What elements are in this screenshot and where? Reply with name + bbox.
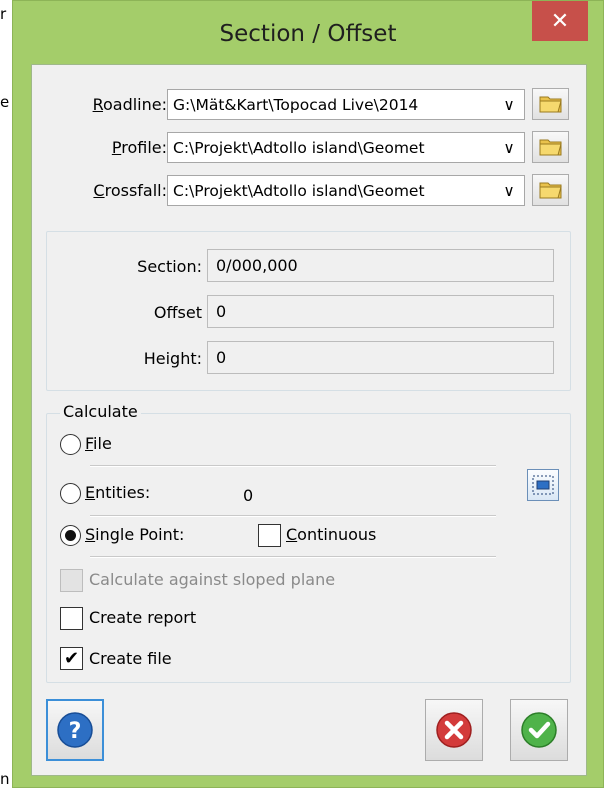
ok-button[interactable] bbox=[510, 699, 568, 761]
sloped-plane-label: Calculate against sloped plane bbox=[89, 570, 336, 589]
help-icon: ? bbox=[57, 712, 93, 748]
single-point-radio-label[interactable]: Single Point: bbox=[85, 525, 184, 544]
background-text-fragment: r bbox=[0, 5, 7, 23]
continuous-label[interactable]: Continuous bbox=[286, 525, 376, 544]
entities-radio[interactable] bbox=[60, 483, 81, 504]
create-report-label[interactable]: Create report bbox=[89, 608, 196, 627]
roadline-select[interactable]: G:\Mät&Kart\Topocad Live\2014 ∨ bbox=[167, 89, 525, 120]
separator bbox=[90, 515, 496, 517]
ok-icon bbox=[521, 712, 557, 748]
close-icon: ✕ bbox=[550, 8, 570, 34]
calculate-group bbox=[46, 413, 571, 683]
folder-icon bbox=[539, 96, 562, 113]
chevron-down-icon[interactable]: ∨ bbox=[498, 137, 520, 159]
dialog-title: Section / Offset bbox=[219, 21, 397, 47]
section-offset-dialog: Section / Offset ✕ Roadline: G:\Mät&Kart… bbox=[12, 0, 604, 788]
select-entities-button[interactable] bbox=[527, 469, 559, 501]
crossfall-label: Crossfall: bbox=[93, 181, 167, 200]
section-label: Section: bbox=[137, 257, 202, 276]
chevron-down-icon[interactable]: ∨ bbox=[498, 180, 520, 202]
chevron-down-icon[interactable]: ∨ bbox=[498, 94, 520, 116]
title-bar[interactable]: Section / Offset ✕ bbox=[13, 1, 603, 63]
offset-label: Offset bbox=[153, 303, 202, 322]
file-radio-label[interactable]: File bbox=[85, 434, 112, 453]
profile-select[interactable]: C:\Projekt\Adtollo island\Geomet ∨ bbox=[167, 132, 525, 163]
entities-count: 0 bbox=[243, 486, 254, 505]
create-file-checkbox[interactable]: ✔ bbox=[60, 647, 83, 670]
create-report-checkbox[interactable] bbox=[60, 607, 83, 630]
separator bbox=[90, 556, 496, 558]
select-window-icon bbox=[532, 475, 554, 495]
checkmark-icon: ✔ bbox=[63, 647, 80, 669]
dialog-body: Roadline: G:\Mät&Kart\Topocad Live\2014 … bbox=[31, 64, 587, 776]
separator bbox=[90, 465, 496, 467]
height-label: Height: bbox=[143, 349, 202, 368]
profile-label: Profile: bbox=[111, 138, 167, 157]
continuous-checkbox[interactable] bbox=[258, 524, 281, 547]
crossfall-select[interactable]: C:\Projekt\Adtollo island\Geomet ∨ bbox=[167, 175, 525, 206]
offset-field: 0 bbox=[207, 295, 554, 328]
roadline-value: G:\Mät&Kart\Topocad Live\2014 bbox=[173, 95, 419, 114]
profile-value: C:\Projekt\Adtollo island\Geomet bbox=[173, 138, 425, 157]
background-text-fragment: e bbox=[0, 93, 10, 111]
sloped-plane-checkbox bbox=[60, 569, 83, 592]
folder-icon bbox=[539, 182, 562, 199]
help-button[interactable]: ? bbox=[46, 699, 104, 761]
close-button[interactable]: ✕ bbox=[532, 1, 588, 41]
single-point-radio[interactable] bbox=[60, 525, 81, 546]
file-radio[interactable] bbox=[60, 434, 81, 455]
cancel-button[interactable] bbox=[425, 699, 483, 761]
cancel-icon bbox=[436, 712, 472, 748]
height-field: 0 bbox=[207, 341, 554, 374]
roadline-label: Roadline: bbox=[92, 95, 167, 114]
folder-icon bbox=[539, 139, 562, 156]
roadline-browse-button[interactable] bbox=[532, 88, 569, 120]
background-text-fragment: n bbox=[0, 770, 10, 788]
calculate-legend: Calculate bbox=[60, 402, 141, 421]
svg-text:?: ? bbox=[69, 719, 82, 744]
crossfall-value: C:\Projekt\Adtollo island\Geomet bbox=[173, 181, 425, 200]
crossfall-browse-button[interactable] bbox=[532, 174, 569, 206]
profile-browse-button[interactable] bbox=[532, 131, 569, 163]
create-file-label[interactable]: Create file bbox=[89, 649, 172, 668]
section-field: 0/000,000 bbox=[207, 249, 554, 282]
entities-radio-label[interactable]: Entities: bbox=[85, 483, 150, 502]
